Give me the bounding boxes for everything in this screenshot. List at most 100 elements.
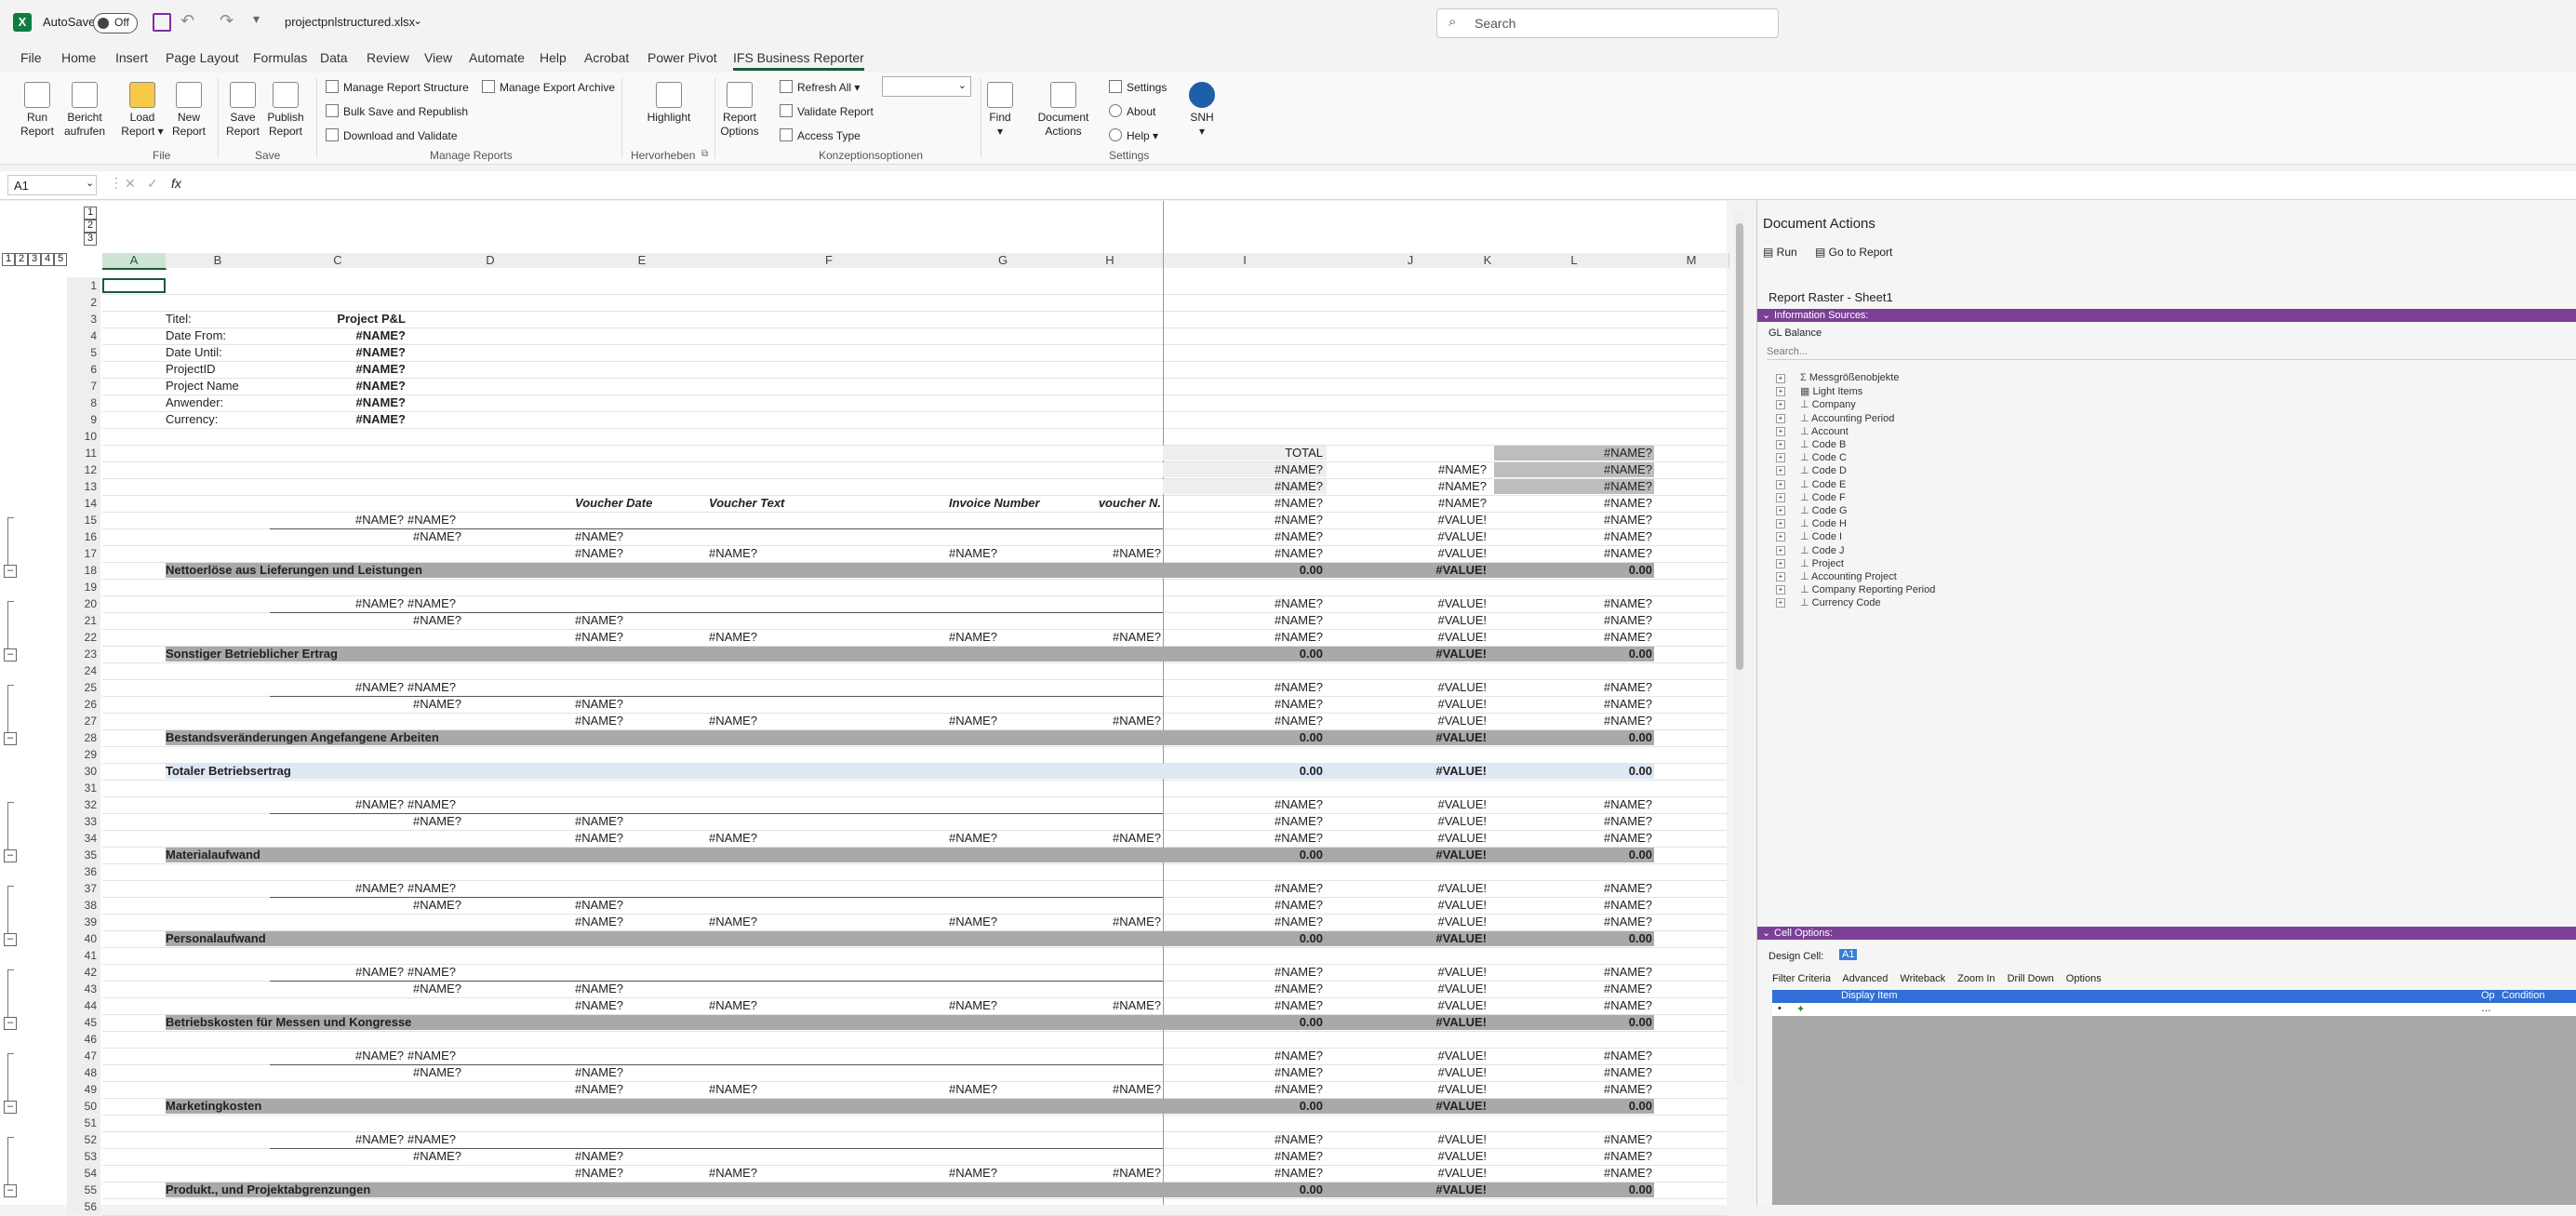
outline-level-5-button[interactable]: 5 xyxy=(54,253,67,266)
column-header-e[interactable]: E xyxy=(575,253,710,268)
expand-icon[interactable]: + xyxy=(1776,545,1785,555)
information-sources-bar[interactable]: ⌄ Information Sources: xyxy=(1757,309,2576,322)
menu-home[interactable]: Home xyxy=(61,50,96,65)
header-value[interactable]: #NAME? xyxy=(270,379,406,394)
collapse-group-button[interactable]: – xyxy=(4,1017,17,1030)
tree-item[interactable]: + ⊥ Code J xyxy=(1776,544,1845,556)
expand-icon[interactable]: + xyxy=(1776,426,1785,436)
amount-i[interactable]: #NAME? xyxy=(1163,596,1323,611)
file-name[interactable]: projectpnlstructured.xlsx xyxy=(285,15,415,29)
menu-formulas[interactable]: Formulas xyxy=(253,50,307,65)
outline-level-1-button[interactable]: 1 xyxy=(2,253,15,266)
amount-l[interactable]: #NAME? xyxy=(1494,546,1652,561)
amount-j[interactable]: #VALUE! xyxy=(1327,546,1487,561)
row-header[interactable]: 10 xyxy=(67,428,100,445)
save-icon[interactable] xyxy=(153,13,171,32)
document-actions-button[interactable]: Document Actions xyxy=(1031,82,1096,139)
detail-name[interactable]: #NAME? xyxy=(406,1065,461,1080)
amount-l[interactable]: #NAME? xyxy=(1494,881,1652,896)
row-header[interactable]: 51 xyxy=(67,1115,100,1131)
section-total-i[interactable]: 0.00 xyxy=(1163,1015,1323,1030)
invoice-number[interactable]: #NAME? xyxy=(949,831,1057,846)
expand-icon[interactable]: + xyxy=(1776,558,1785,568)
section-total-l[interactable]: 0.00 xyxy=(1494,563,1652,578)
chevron-down-icon[interactable]: ⌄ xyxy=(413,14,422,27)
row-header[interactable]: 8 xyxy=(67,394,100,411)
tree-item[interactable]: + ⊥ Currency Code xyxy=(1776,596,1881,608)
refresh-all-button[interactable]: Refresh All ▾ xyxy=(780,80,860,94)
manage-report-structure-button[interactable]: Manage Report Structure xyxy=(326,80,469,94)
row-header[interactable]: 20 xyxy=(67,595,100,612)
tab-writeback[interactable]: Writeback xyxy=(1900,973,1945,984)
amount-i[interactable]: #NAME? xyxy=(1163,513,1323,528)
invoice-number[interactable]: #NAME? xyxy=(949,630,1057,645)
group-desc[interactable]: #NAME? xyxy=(407,596,556,611)
tree-item[interactable]: + ⊥ Code C xyxy=(1776,451,1847,463)
voucher-date[interactable]: #NAME? xyxy=(575,1149,709,1164)
tree-item[interactable]: + ⊥ Account xyxy=(1776,425,1849,437)
amount-i[interactable]: #NAME? xyxy=(1163,529,1323,544)
row-header[interactable]: 32 xyxy=(67,796,100,813)
enter-icon[interactable]: ✓ xyxy=(147,176,158,192)
voucher-date[interactable]: #NAME? xyxy=(575,546,709,561)
row-header[interactable]: 52 xyxy=(67,1131,100,1148)
amount-l[interactable]: #NAME? xyxy=(1494,998,1652,1013)
amount-j[interactable]: #VALUE! xyxy=(1327,965,1487,980)
expand-icon[interactable]: + xyxy=(1776,572,1785,581)
voucher-date[interactable]: #NAME? xyxy=(575,982,709,996)
voucher-number[interactable]: #NAME? xyxy=(1057,998,1161,1013)
row-header[interactable]: 23 xyxy=(67,646,100,662)
new-report-button[interactable]: New Report xyxy=(169,82,208,139)
column-header-l[interactable]: L xyxy=(1494,253,1655,268)
section-total-l[interactable]: 0.00 xyxy=(1494,1015,1652,1030)
invoice-number[interactable]: #NAME? xyxy=(949,915,1057,929)
amount-l[interactable]: #NAME? xyxy=(1494,965,1652,980)
row-header[interactable]: 31 xyxy=(67,780,100,796)
column-header-j[interactable]: J xyxy=(1327,253,1495,268)
collapse-group-button[interactable]: – xyxy=(4,933,17,946)
header-value[interactable]: Project P&L xyxy=(270,312,406,327)
row-header[interactable]: 35 xyxy=(67,847,100,863)
row-outline-level-1-button[interactable]: 1 xyxy=(84,207,97,220)
amount-l[interactable]: #NAME? xyxy=(1494,596,1652,611)
user-button[interactable]: SNH ▾ xyxy=(1183,82,1221,139)
name-box[interactable]: A1 xyxy=(7,175,97,195)
access-type-button[interactable]: Access Type xyxy=(780,128,861,142)
voucher-number[interactable]: #NAME? xyxy=(1057,630,1161,645)
amount-j[interactable]: #VALUE! xyxy=(1327,1082,1487,1097)
invoice-number[interactable]: #NAME? xyxy=(949,546,1057,561)
run-report-button[interactable]: Run Report xyxy=(19,82,56,139)
column-header-k[interactable]: K xyxy=(1481,253,1495,268)
column-header-g[interactable]: G xyxy=(949,253,1058,268)
collapse-group-button[interactable]: – xyxy=(4,648,17,661)
header-value[interactable]: #NAME? xyxy=(270,328,406,343)
tree-item[interactable]: + ⊥ Company xyxy=(1776,398,1856,410)
redo-icon[interactable]: ↷ xyxy=(220,11,234,31)
dialog-launcher-icon[interactable]: ⧉ xyxy=(701,149,708,159)
amount-l[interactable]: #NAME? xyxy=(1494,831,1652,846)
tree-item[interactable]: + ⊥ Code G xyxy=(1776,504,1848,516)
section-title[interactable]: Bestandsveränderungen Angefangene Arbeit… xyxy=(166,730,724,745)
expand-icon[interactable]: + xyxy=(1776,374,1785,383)
row-header[interactable]: 41 xyxy=(67,947,100,964)
row14-i[interactable]: #NAME? xyxy=(1163,496,1323,511)
tree-item[interactable]: + ⊥ Company Reporting Period xyxy=(1776,583,1935,595)
info-source[interactable]: GL Balance xyxy=(1768,327,1822,339)
amount-i[interactable]: #NAME? xyxy=(1163,546,1323,561)
header-label[interactable]: Date Until: xyxy=(166,345,270,360)
totaler-title[interactable]: Totaler Betriebsertrag xyxy=(166,764,724,779)
scrollbar-thumb[interactable] xyxy=(1736,223,1743,670)
row-header[interactable]: 42 xyxy=(67,964,100,981)
detail-name[interactable]: #NAME? xyxy=(406,814,461,829)
amount-l[interactable]: #NAME? xyxy=(1494,1132,1652,1147)
voucher-number[interactable]: #NAME? xyxy=(1057,831,1161,846)
amount-j[interactable]: #VALUE! xyxy=(1327,1049,1487,1063)
expand-icon[interactable]: + xyxy=(1776,585,1785,595)
row-header[interactable]: 29 xyxy=(67,746,100,763)
amount-j[interactable]: #VALUE! xyxy=(1327,915,1487,929)
menu-data[interactable]: Data xyxy=(320,50,348,65)
selected-cell-a1[interactable] xyxy=(102,278,166,293)
voucher-text[interactable]: #NAME? xyxy=(709,915,949,929)
amount-j[interactable]: #VALUE! xyxy=(1327,1149,1487,1164)
menu-insert[interactable]: Insert xyxy=(115,50,148,65)
